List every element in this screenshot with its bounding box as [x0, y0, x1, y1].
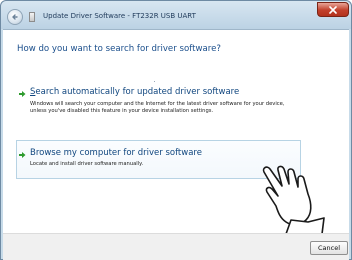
browse-computer-description: Locate and install driver software manua… — [30, 161, 144, 167]
green-arrow-icon — [19, 91, 26, 97]
cancel-button[interactable]: Cancel — [310, 241, 348, 255]
dialog-window: Update Driver Software - FT232R USB UART… — [0, 0, 352, 260]
option-title-text: earch automatically for updated driver s… — [35, 87, 240, 97]
browse-computer-link[interactable]: Browse my computer for driver software — [30, 148, 202, 158]
hand-pointer-icon — [262, 165, 325, 239]
separator-dot — [154, 81, 155, 82]
close-button[interactable] — [317, 2, 349, 17]
window-title: Update Driver Software - FT232R USB UART — [43, 12, 196, 20]
page-heading: How do you want to search for driver sof… — [17, 44, 221, 54]
search-automatically-description: Windows will search your computer and th… — [30, 101, 285, 114]
button-bar — [3, 233, 349, 260]
search-automatically-link[interactable]: Search automatically for updated driver … — [30, 87, 239, 97]
close-x-icon — [329, 5, 337, 14]
device-icon — [29, 12, 35, 22]
back-button[interactable] — [7, 9, 23, 25]
green-arrow-icon — [19, 152, 26, 158]
back-arrow-icon — [12, 14, 18, 20]
content-pane: How do you want to search for driver sof… — [3, 29, 349, 239]
